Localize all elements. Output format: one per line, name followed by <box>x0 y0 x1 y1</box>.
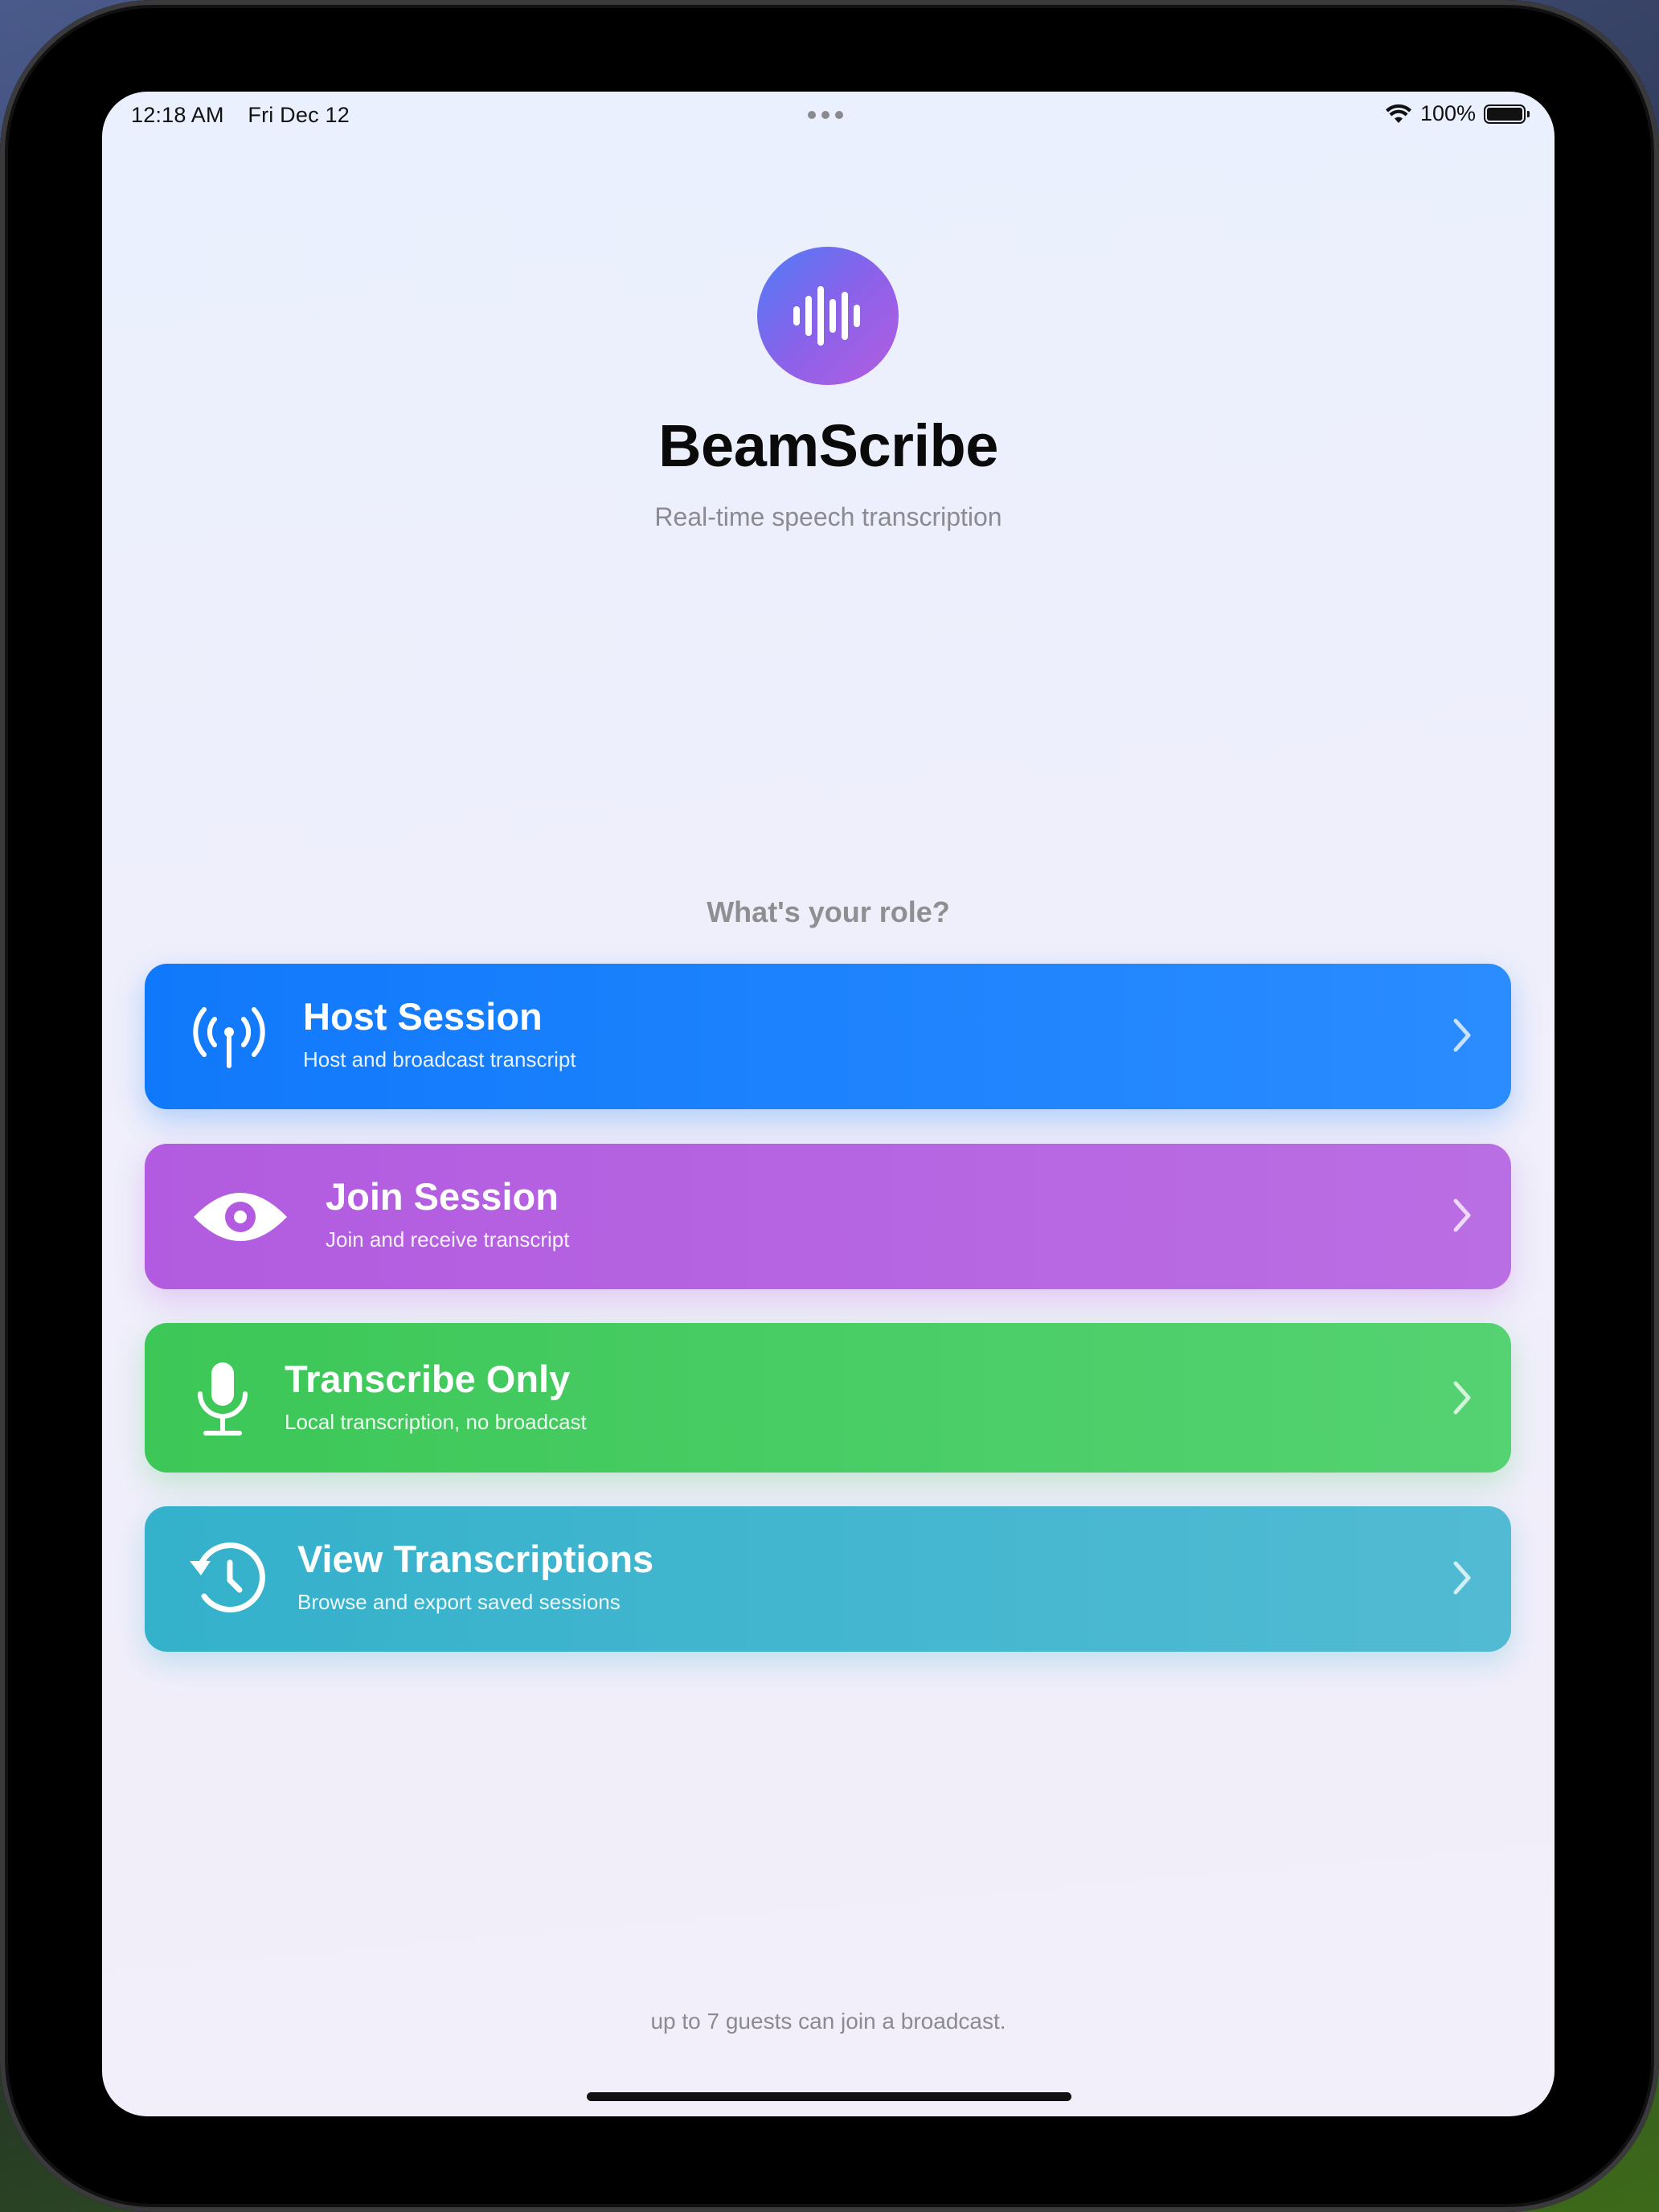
chevron-right-icon <box>1453 1381 1471 1415</box>
app-screen: 12:18 AM Fri Dec 12 100% BeamScribe Real… <box>102 92 1555 2116</box>
view-transcriptions-button[interactable]: View Transcriptions Browse and export sa… <box>145 1506 1511 1652</box>
app-logo <box>757 247 899 385</box>
footer-note: up to 7 guests can join a broadcast. <box>650 2009 1006 2034</box>
host-session-text: Host Session Host and broadcast transcri… <box>303 996 576 1072</box>
option-subtitle: Join and receive transcript <box>326 1227 570 1251</box>
app-subtitle: Real-time speech transcription <box>654 502 1002 531</box>
chevron-right-icon <box>1453 1198 1471 1232</box>
status-time: 12:18 AM <box>131 103 224 127</box>
history-clock-icon <box>186 1540 267 1617</box>
option-subtitle: Browse and export saved sessions <box>297 1589 621 1614</box>
wifi-icon <box>1385 104 1411 123</box>
home-indicator[interactable] <box>587 2092 1071 2101</box>
battery-percent: 100% <box>1419 101 1476 125</box>
ipad-frame: 12:18 AM Fri Dec 12 100% BeamScribe Real… <box>0 0 1659 2212</box>
host-session-button[interactable]: Host Session Host and broadcast transcri… <box>145 964 1511 1109</box>
status-date: Fri Dec 12 <box>248 103 350 127</box>
app-title: BeamScribe <box>658 412 998 479</box>
option-title: Transcribe Only <box>285 1358 571 1400</box>
battery-icon <box>1484 104 1530 124</box>
option-subtitle: Host and broadcast transcript <box>303 1047 576 1071</box>
multitasking-dots-icon[interactable] <box>808 111 843 119</box>
role-prompt: What's your role? <box>707 895 950 928</box>
status-bar-right: 100% <box>1385 101 1530 126</box>
option-subtitle: Local transcription, no broadcast <box>285 1409 587 1434</box>
status-bar-left: 12:18 AM Fri Dec 12 <box>131 103 367 128</box>
eye-icon <box>191 1186 289 1247</box>
microphone-icon <box>195 1360 251 1437</box>
waveform-icon <box>793 286 860 346</box>
join-session-button[interactable]: Join Session Join and receive transcript <box>145 1144 1511 1289</box>
chevron-right-icon <box>1453 1018 1471 1052</box>
transcribe-only-button[interactable]: Transcribe Only Local transcription, no … <box>145 1323 1511 1473</box>
join-session-text: Join Session Join and receive transcript <box>326 1176 569 1252</box>
option-title: Host Session <box>303 995 543 1038</box>
chevron-right-icon <box>1453 1561 1471 1595</box>
view-transcriptions-text: View Transcriptions Browse and export sa… <box>297 1538 653 1615</box>
option-title: View Transcriptions <box>297 1538 654 1580</box>
antenna-broadcast-icon <box>191 1002 267 1069</box>
transcribe-only-text: Transcribe Only Local transcription, no … <box>285 1358 587 1435</box>
option-title: Join Session <box>326 1175 559 1218</box>
